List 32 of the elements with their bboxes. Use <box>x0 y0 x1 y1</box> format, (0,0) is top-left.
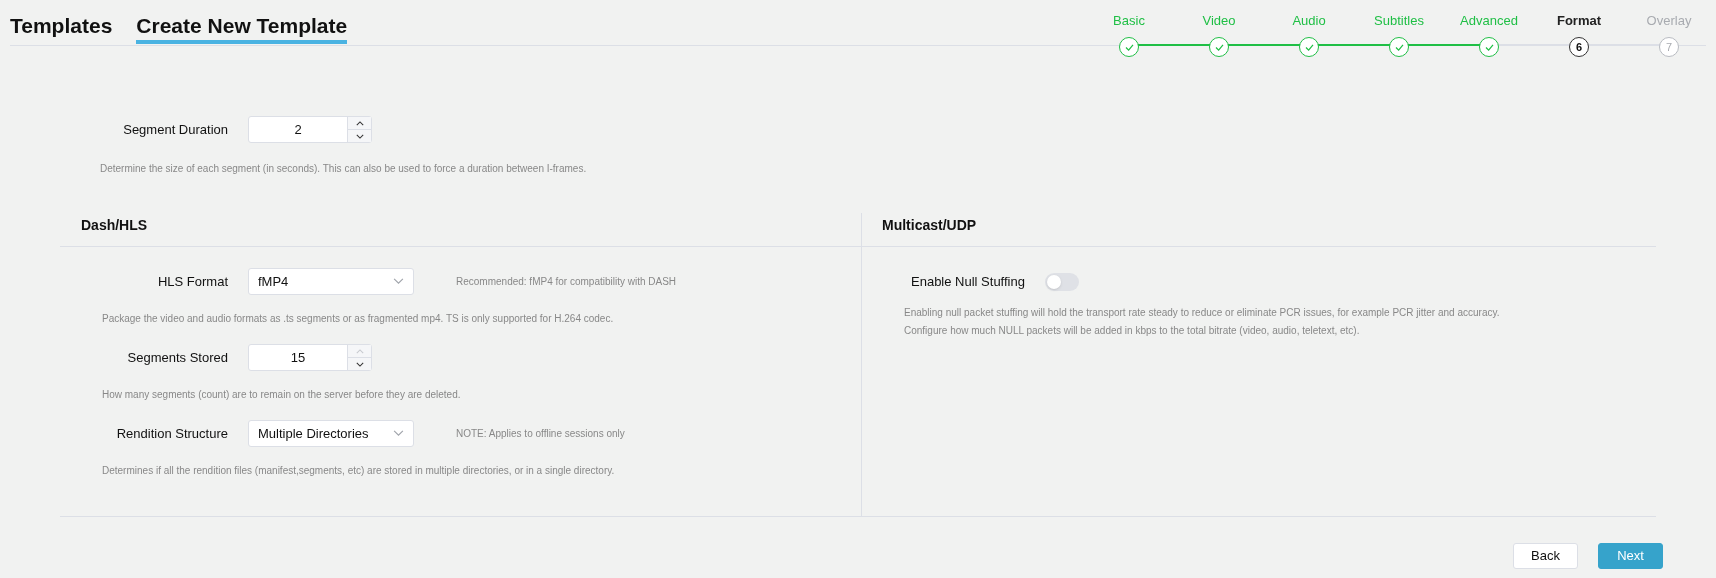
help-text: Package the video and audio formats as .ts segments or as fragmented mp4. TS is only supported for H.264 codec. <box>102 312 615 326</box>
dropdown[interactable]: Multiple Directories <box>248 420 414 447</box>
field-label: Segments Stored <box>127 348 228 367</box>
dropdown[interactable]: fMP4 <box>248 268 414 295</box>
help-text: Enabling null packet stuffing will hold the transport rate steady to reduce or eliminate PCR issues, for example PCR jitter and accuracy. <box>904 305 1501 320</box>
tab[interactable]: Templates <box>10 12 113 44</box>
tab[interactable]: Create New Template <box>136 12 348 44</box>
note-text: Recommended: fMP4 for compatibility with DASH <box>456 275 677 289</box>
section-title: Multicast/UDP <box>882 217 977 233</box>
step-number[interactable]: 6 <box>1569 37 1589 57</box>
number-input[interactable]: 15 <box>248 344 372 371</box>
note-text: NOTE: Applies to offline sessions only <box>456 427 625 441</box>
check-step-icon[interactable] <box>1119 37 1139 57</box>
field-label: Segment Duration <box>123 120 228 139</box>
field-label: HLS Format <box>157 272 228 291</box>
check-step-icon[interactable] <box>1209 37 1229 57</box>
chevron-down-icon <box>393 278 404 285</box>
field-label: Enable Null Stuffing <box>911 273 1025 291</box>
check-step-icon[interactable] <box>1479 37 1499 57</box>
chevron-down-icon <box>393 430 404 437</box>
help-text: Configure how much NULL packets will be added in kbps to the total bitrate (video, audio, teletext, etc). <box>904 323 1361 338</box>
number-input[interactable]: 2 <box>248 116 372 143</box>
check-step-icon[interactable] <box>1299 37 1319 57</box>
step-label[interactable]: Format <box>1556 13 1602 29</box>
check-step-icon[interactable] <box>1389 37 1409 57</box>
toggle-switch[interactable] <box>1044 272 1079 291</box>
help-text: Determines if all the rendition files (manifest,segments, etc) are stored in multiple directories, or in a single directory. <box>102 464 616 478</box>
help-text: How many segments (count) are to remain on the server before they are deleted. <box>102 388 462 402</box>
field-label: Rendition Structure <box>116 424 228 443</box>
section-title: Dash/HLS <box>81 217 148 233</box>
help-text: Determine the size of each segment (in seconds). This can also be used to force a duration between I-frames. <box>100 162 588 176</box>
button[interactable]: Back <box>1513 543 1578 569</box>
